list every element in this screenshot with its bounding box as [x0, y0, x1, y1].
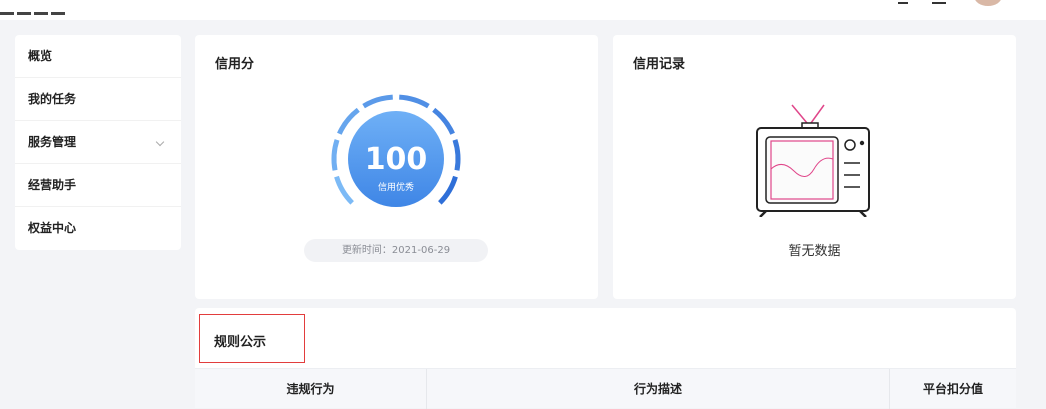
column-description: 行为描述 — [427, 369, 890, 409]
column-violation: 违规行为 — [195, 369, 427, 409]
sidebar-item-my-tasks[interactable]: 我的任务 — [15, 78, 181, 121]
sidebar: 概览 我的任务 服务管理 经营助手 权益中心 — [15, 35, 181, 250]
sidebar-item-label: 概览 — [28, 49, 53, 63]
sidebar-item-label: 我的任务 — [28, 92, 77, 106]
notification-icon[interactable] — [898, 0, 908, 4]
credit-record-card: 信用记录 暂无数据 — [613, 35, 1016, 299]
credit-score-value: 100 — [365, 142, 428, 177]
gauge-segment — [337, 107, 360, 135]
credit-score-gauge: 100 信用优秀 — [331, 94, 461, 207]
gauge-segment — [362, 94, 393, 109]
sidebar-item-overview[interactable]: 概览 — [15, 35, 181, 78]
app-logo[interactable] — [0, 0, 70, 15]
credit-score-card: 信用分 100 信用优秀 更新时间：2021-06-29 — [195, 35, 598, 299]
gauge-segment — [432, 107, 455, 135]
rules-table-header: 违规行为 行为描述 平台扣分值 — [195, 368, 1016, 409]
gauge-segment — [452, 139, 461, 171]
rules-title: 规则公示 — [214, 335, 267, 350]
chevron-down-icon[interactable] — [155, 137, 165, 147]
sidebar-item-label: 权益中心 — [28, 221, 77, 235]
rules-card: 规则公示 违规行为 行为描述 平台扣分值 — [195, 308, 1016, 409]
sidebar-item-business-assistant[interactable]: 经营助手 — [15, 164, 181, 207]
credit-level-label: 信用优秀 — [378, 181, 414, 193]
empty-state-text: 暂无数据 — [788, 244, 841, 259]
sidebar-item-benefits-center[interactable]: 权益中心 — [15, 207, 181, 250]
column-deduction: 平台扣分值 — [922, 382, 983, 396]
card-title: 信用分 — [215, 57, 255, 72]
card-title: 信用记录 — [633, 57, 686, 72]
avatar[interactable] — [974, 0, 1002, 6]
gauge-segment — [438, 175, 458, 205]
empty-tv-icon — [756, 104, 870, 217]
update-time: 更新时间：2021-06-29 — [304, 239, 488, 262]
top-bar — [0, 0, 1046, 20]
gauge-segment — [399, 94, 430, 109]
sidebar-item-label: 服务管理 — [28, 135, 77, 149]
gauge-segment — [334, 175, 354, 205]
sidebar-item-label: 经营助手 — [28, 178, 77, 192]
sidebar-item-service-management[interactable]: 服务管理 — [15, 121, 181, 164]
user-menu[interactable] — [932, 0, 946, 4]
rules-title-highlight: 规则公示 — [199, 314, 305, 363]
gauge-segment — [331, 139, 340, 171]
